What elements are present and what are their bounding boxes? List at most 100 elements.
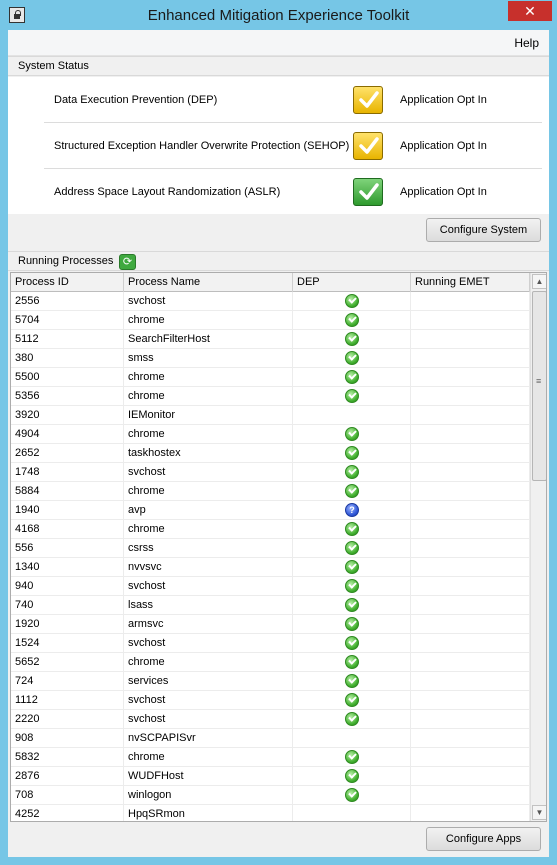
process-table: Process ID Process Name DEP Running EMET… [10,272,547,822]
table-row[interactable]: 5652 chrome [11,653,530,672]
cell-running-emet [411,596,530,615]
cell-running-emet [411,615,530,634]
table-row[interactable]: 1940 avp? [11,501,530,520]
cell-running-emet [411,653,530,672]
table-row[interactable]: 940 svchost [11,577,530,596]
table-header: Process ID Process Name DEP Running EMET [11,273,530,292]
table-row[interactable]: 5356 chrome [11,387,530,406]
cell-dep [293,729,411,748]
close-button[interactable]: ✕ [508,1,552,21]
column-header-process-name[interactable]: Process Name [124,273,293,292]
table-row[interactable]: 380 smss [11,349,530,368]
cell-dep [293,672,411,691]
table-row[interactable]: 4904 chrome [11,425,530,444]
cell-process-id: 3920 [11,406,124,425]
cell-running-emet [411,577,530,596]
cell-process-id: 4904 [11,425,124,444]
cell-dep [293,330,411,349]
table-row[interactable]: 5112 SearchFilterHost [11,330,530,349]
title-bar[interactable]: Enhanced Mitigation Experience Toolkit ✕ [0,0,557,30]
green-check-icon[interactable] [353,178,383,206]
table-row[interactable]: 1112 svchost [11,691,530,710]
table-row[interactable]: 2556 svchost [11,292,530,311]
table-row[interactable]: 1340 nvvsvc [11,558,530,577]
configure-system-button[interactable]: Configure System [426,218,541,242]
refresh-icon[interactable]: ⟳ [119,254,136,270]
scroll-up-button[interactable]: ▲ [532,274,546,289]
cell-process-name: chrome [124,311,293,330]
cell-process-name: chrome [124,482,293,501]
column-header-process-id[interactable]: Process ID [11,273,124,292]
cell-process-id: 5832 [11,748,124,767]
table-row[interactable]: 5500 chrome [11,368,530,387]
cell-running-emet [411,558,530,577]
table-row[interactable]: 2220 svchost [11,710,530,729]
table-row[interactable]: 908 nvSCPAPISvr [11,729,530,748]
table-row[interactable]: 5884 chrome [11,482,530,501]
cell-process-name: svchost [124,710,293,729]
cell-running-emet [411,748,530,767]
cell-running-emet [411,292,530,311]
cell-process-name: csrss [124,539,293,558]
scroll-down-button[interactable]: ▼ [532,805,546,820]
cell-process-name: smss [124,349,293,368]
cell-running-emet [411,387,530,406]
cell-process-id: 1524 [11,634,124,653]
system-status-panel: Data Execution Prevention (DEP) Applicat… [8,77,549,214]
status-label: Data Execution Prevention (DEP) [54,94,218,106]
cell-running-emet [411,539,530,558]
column-header-dep[interactable]: DEP [293,273,411,292]
cell-running-emet [411,634,530,653]
cell-process-id: 5704 [11,311,124,330]
system-status-title: System Status [18,60,89,72]
table-row[interactable]: 2876 WUDFHost [11,767,530,786]
table-row[interactable]: 5704 chrome [11,311,530,330]
yellow-check-icon[interactable] [353,132,383,160]
vertical-scrollbar[interactable]: ▲ ▼ [530,273,546,821]
table-row[interactable]: 740 lsass [11,596,530,615]
configure-apps-button[interactable]: Configure Apps [426,827,541,851]
green-check-circle-icon [345,693,359,707]
scroll-thumb[interactable] [532,291,546,481]
green-check-circle-icon [345,465,359,479]
cell-process-id: 2556 [11,292,124,311]
cell-process-id: 4168 [11,520,124,539]
cell-process-id: 5652 [11,653,124,672]
cell-running-emet [411,406,530,425]
cell-dep [293,482,411,501]
cell-dep [293,520,411,539]
table-row[interactable]: 1524 svchost [11,634,530,653]
cell-process-name: chrome [124,520,293,539]
cell-process-id: 1940 [11,501,124,520]
cell-process-name: svchost [124,292,293,311]
column-header-running-emet[interactable]: Running EMET [411,273,530,292]
blue-question-icon: ? [345,503,359,517]
table-row[interactable]: 724 services [11,672,530,691]
green-check-circle-icon [345,769,359,783]
table-row[interactable]: 2652 taskhostex [11,444,530,463]
table-row[interactable]: 556 csrss [11,539,530,558]
status-value: Application Opt In [400,140,487,152]
cell-running-emet [411,501,530,520]
green-check-circle-icon [345,560,359,574]
menu-help[interactable]: Help [514,36,539,50]
cell-dep [293,406,411,425]
cell-dep [293,691,411,710]
cell-process-id: 908 [11,729,124,748]
cell-process-id: 556 [11,539,124,558]
cell-running-emet [411,710,530,729]
table-row[interactable]: 3920 IEMonitor [11,406,530,425]
table-row[interactable]: 5832 chrome [11,748,530,767]
table-row[interactable]: 1748 svchost [11,463,530,482]
cell-process-name: svchost [124,634,293,653]
app-window: Enhanced Mitigation Experience Toolkit ✕… [0,0,557,865]
table-row[interactable]: 708 winlogon [11,786,530,805]
status-label: Structured Exception Handler Overwrite P… [54,140,350,152]
green-check-circle-icon [345,313,359,327]
cell-process-id: 5112 [11,330,124,349]
cell-dep [293,596,411,615]
yellow-check-icon[interactable] [353,86,383,114]
table-row[interactable]: 1920 armsvc [11,615,530,634]
table-row[interactable]: 4252 HpqSRmon [11,805,530,821]
table-row[interactable]: 4168 chrome [11,520,530,539]
